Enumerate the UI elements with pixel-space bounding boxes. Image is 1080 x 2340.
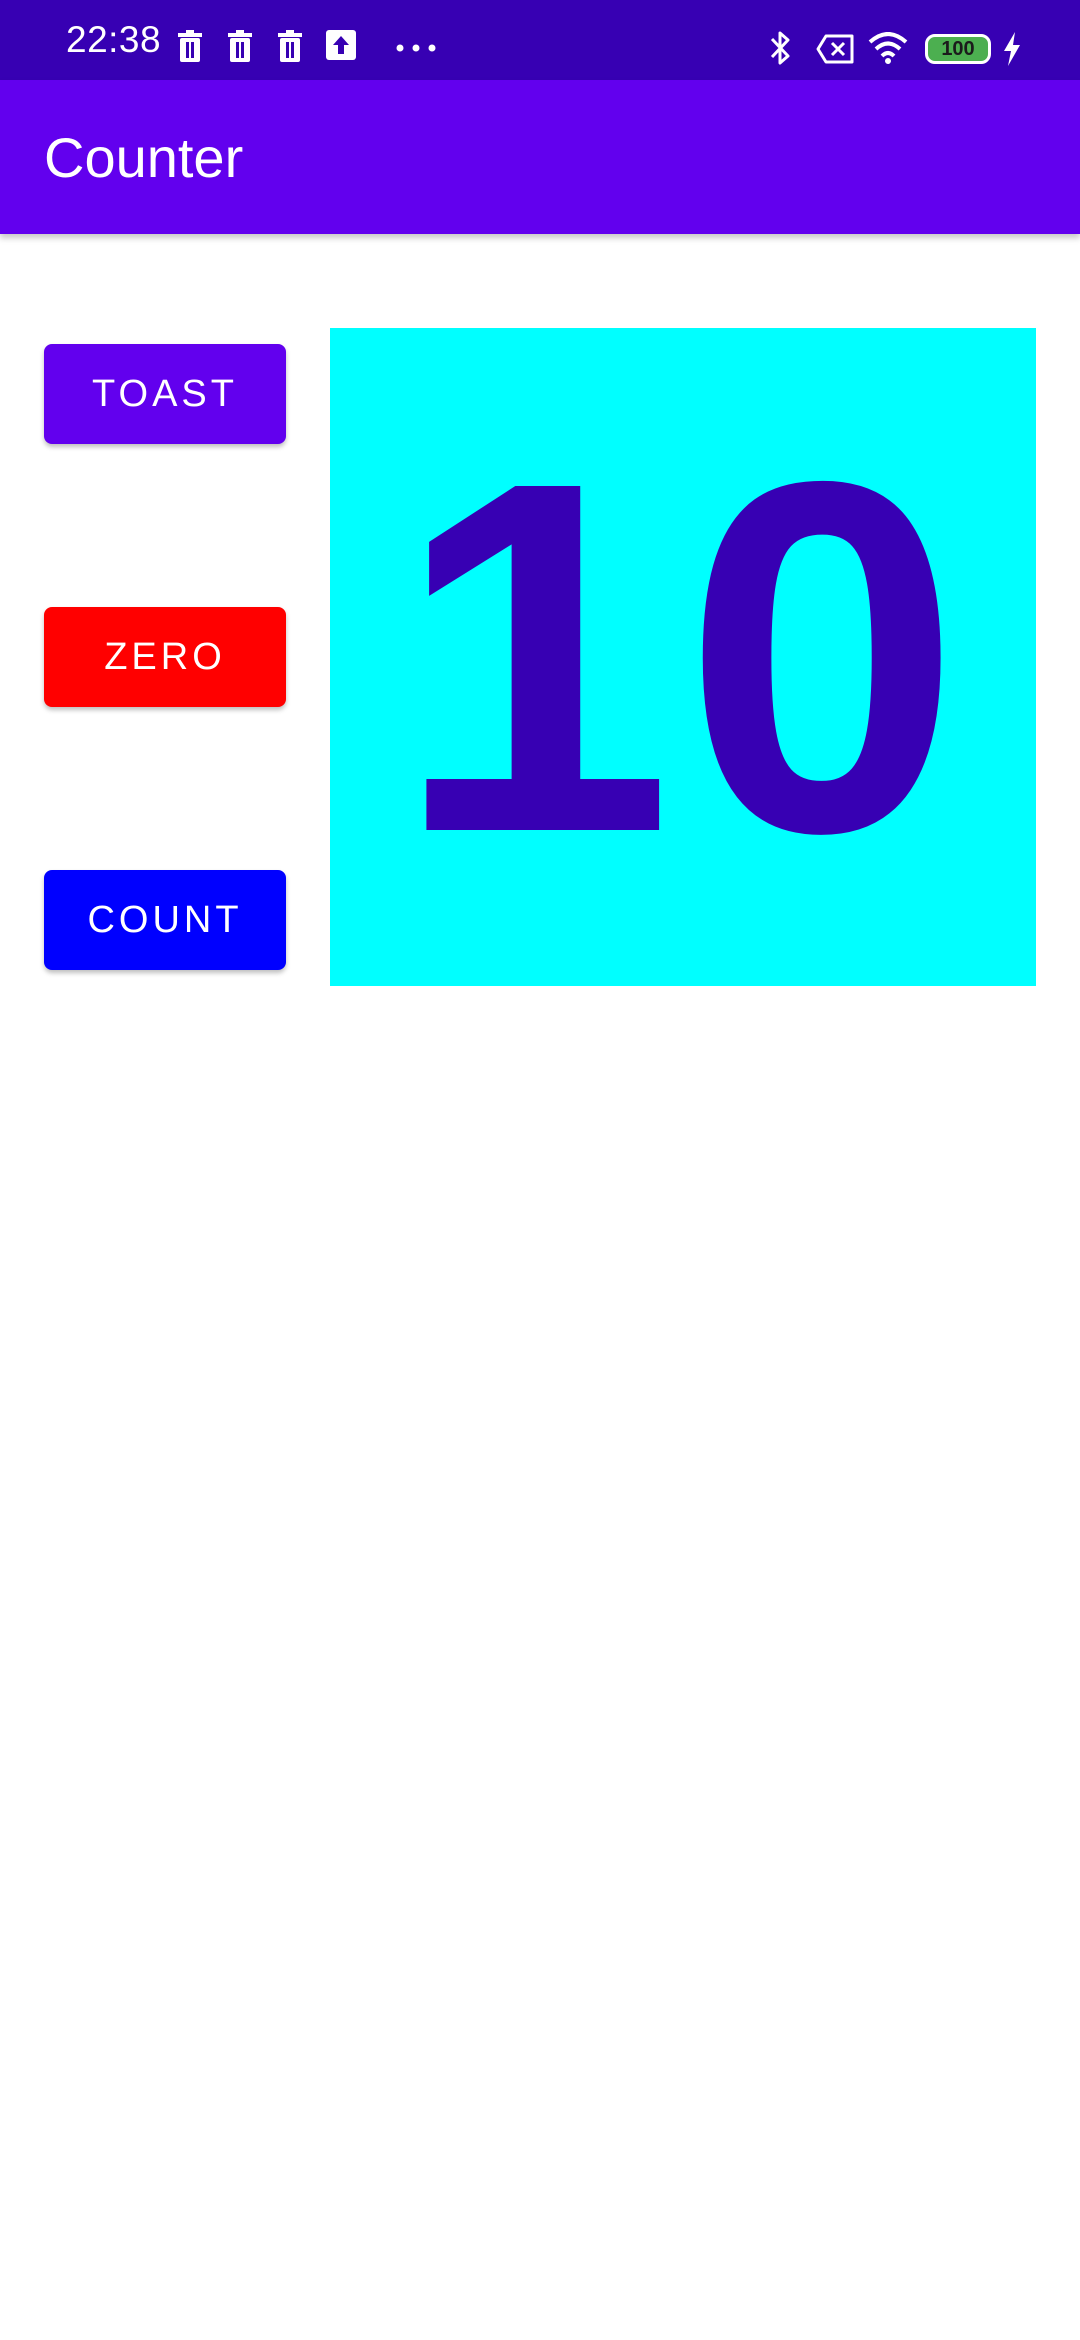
counter-display: 10 (330, 328, 1036, 986)
no-sim-icon (816, 34, 854, 64)
toast-button[interactable]: TOAST (44, 344, 286, 444)
bluetooth-icon (770, 31, 790, 65)
count-button[interactable]: COUNT (44, 870, 286, 970)
wifi-icon (868, 32, 908, 64)
zero-button[interactable]: ZERO (44, 607, 286, 707)
upload-icon (326, 30, 356, 60)
trash-icon (178, 30, 202, 62)
charging-bolt-icon (1004, 32, 1020, 66)
battery-icon: 100 (925, 34, 991, 64)
page-title: Counter (44, 126, 244, 189)
trash-icon (278, 30, 302, 62)
status-bar: 22:38 100 (0, 0, 1080, 80)
status-time: 22:38 (66, 19, 162, 60)
trash-icon (228, 30, 252, 62)
app-bar: Counter (0, 80, 1080, 234)
battery-level: 100 (941, 38, 975, 60)
counter-value: 10 (394, 377, 972, 936)
more-dots-icon (396, 44, 436, 52)
